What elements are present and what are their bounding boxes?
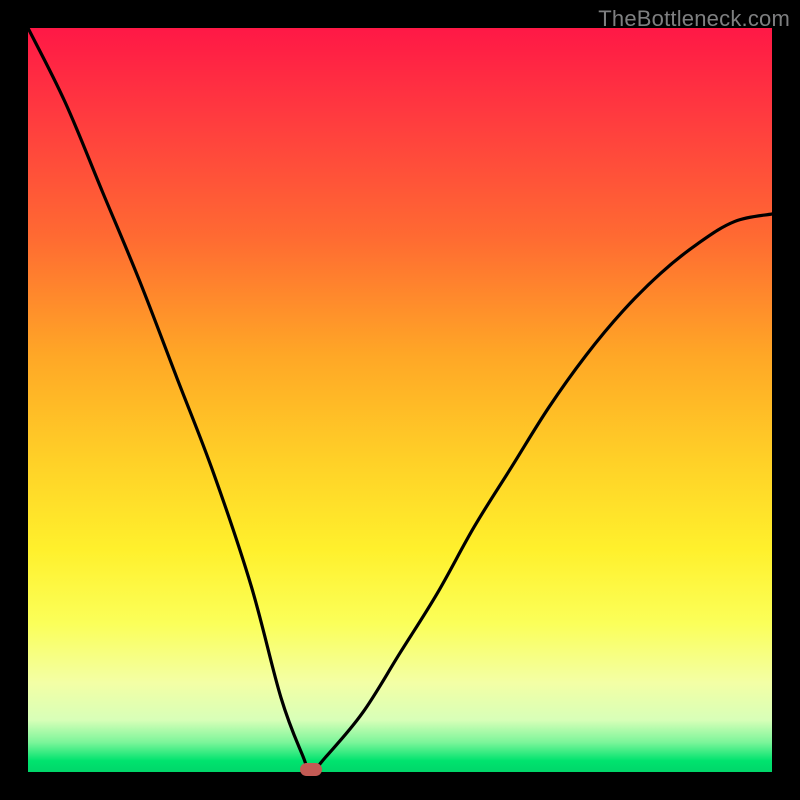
plot-area xyxy=(28,28,772,772)
bottleneck-curve xyxy=(28,28,772,772)
optimal-point-marker xyxy=(300,763,322,776)
chart-frame: TheBottleneck.com xyxy=(0,0,800,800)
